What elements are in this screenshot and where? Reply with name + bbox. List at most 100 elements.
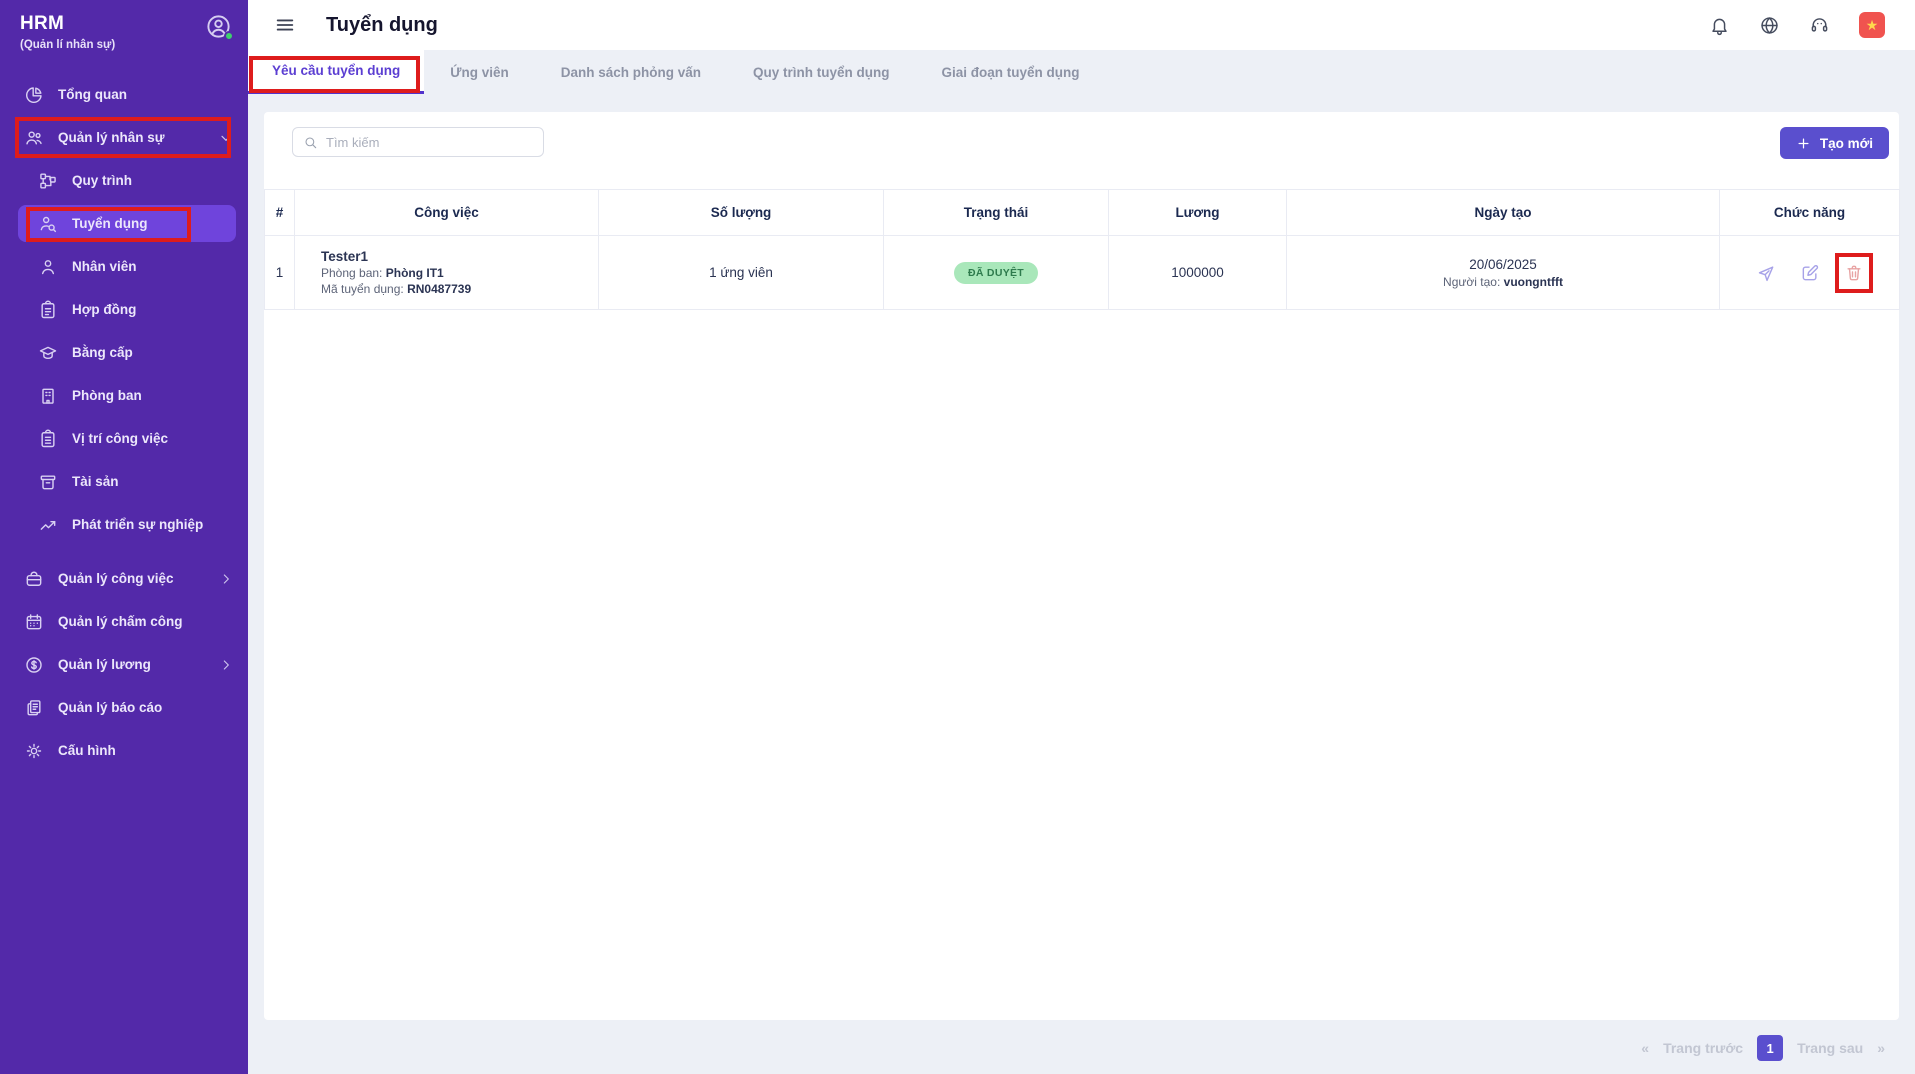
pie-chart-icon [24, 85, 44, 105]
created-cell: 20/06/2025 Người tạo: vuongntfft [1287, 236, 1720, 310]
briefcase-icon [24, 569, 44, 589]
brand: HRM (Quản lí nhân sự) [0, 0, 248, 62]
create-button[interactable]: Tạo mới [1780, 127, 1889, 159]
vietnam-flag-icon[interactable]: ★ [1859, 12, 1885, 38]
sidebar-item-tuyen-dung[interactable]: Tuyển dụng [0, 202, 248, 245]
person-search-icon [38, 214, 58, 234]
tab-ung-vien[interactable]: Ứng viên [424, 50, 534, 94]
topbar: Tuyển dụng ★ [248, 0, 1915, 50]
trash-icon[interactable] [1844, 263, 1864, 283]
sidebar-item-bang-cap[interactable]: Bằng cấp [0, 331, 248, 374]
recruitment-requests-table: # Công việc Số lượng Trạng thái Lương Ng… [264, 189, 1900, 310]
sidebar-item-phat-trien-su-nghiep[interactable]: Phát triển sự nghiệp [0, 503, 248, 546]
sidebar-item-label: Vị trí công việc [72, 431, 168, 446]
report-icon [24, 698, 44, 718]
code-value: RN0487739 [407, 282, 471, 296]
creator-label: Người tạo: [1443, 275, 1500, 289]
tab-label: Yêu cầu tuyển dụng [272, 63, 400, 78]
tab-bar: Yêu cầu tuyển dụng Ứng viên Danh sách ph… [248, 50, 1915, 94]
archive-box-icon [38, 472, 58, 492]
sidebar-item-quan-ly-luong[interactable]: Quản lý lương [0, 643, 248, 686]
sidebar-item-nhan-vien[interactable]: Nhân viên [0, 245, 248, 288]
building-icon [38, 386, 58, 406]
chevron-right-icon [218, 657, 234, 673]
support-icon[interactable] [1809, 15, 1830, 36]
gear-icon [24, 741, 44, 761]
globe-icon[interactable] [1759, 15, 1780, 36]
sidebar: HRM (Quản lí nhân sự) Tổng quan Quản lý … [0, 0, 248, 1074]
column-header-index: # [265, 190, 295, 236]
current-page-button[interactable]: 1 [1757, 1035, 1783, 1061]
send-icon[interactable] [1756, 263, 1776, 283]
app-name: HRM [20, 13, 228, 35]
tab-label: Quy trình tuyển dụng [753, 65, 890, 80]
contract-icon [38, 300, 58, 320]
prev-page-button[interactable]: Trang trước [1663, 1040, 1743, 1056]
sidebar-item-vi-tri-cong-viec[interactable]: Vị trí công việc [0, 417, 248, 460]
creator-value: vuongntfft [1504, 275, 1563, 289]
sidebar-item-quy-trinh[interactable]: Quy trình [0, 159, 248, 202]
person-icon [38, 257, 58, 277]
sidebar-item-tai-san[interactable]: Tài sản [0, 460, 248, 503]
job-department: Phòng ban: Phòng IT1 [321, 266, 598, 280]
sidebar-item-hop-dong[interactable]: Hợp đồng [0, 288, 248, 331]
main-area: Tuyển dụng ★ Yêu cầu tuyển dụng Ứng viên… [248, 0, 1915, 1074]
hamburger-menu-icon[interactable] [274, 14, 296, 36]
search-box [292, 127, 544, 157]
tab-giai-doan-tuyen-dung[interactable]: Giai đoạn tuyển dụng [916, 50, 1106, 94]
sidebar-item-label: Phòng ban [72, 388, 142, 403]
edit-icon[interactable] [1800, 263, 1820, 283]
next-page-button[interactable]: Trang sau [1797, 1040, 1863, 1056]
row-index: 1 [265, 236, 295, 310]
sidebar-item-label: Cấu hình [58, 743, 116, 758]
column-header-so-luong: Số lượng [599, 190, 884, 236]
sidebar-item-label: Bằng cấp [72, 345, 133, 360]
bell-icon[interactable] [1709, 15, 1730, 36]
dollar-icon [24, 655, 44, 675]
trash-wrap [1844, 263, 1864, 283]
sidebar-item-label: Phát triển sự nghiệp [72, 517, 203, 532]
trend-up-icon [38, 515, 58, 535]
tab-yeu-cau-tuyen-dung[interactable]: Yêu cầu tuyển dụng [248, 50, 424, 94]
search-input[interactable] [326, 135, 533, 150]
team-icon [24, 128, 44, 148]
chevron-down-icon [218, 130, 234, 146]
sidebar-item-phong-ban[interactable]: Phòng ban [0, 374, 248, 417]
app-subtitle: (Quản lí nhân sự) [20, 39, 228, 51]
tab-label: Giai đoạn tuyển dụng [942, 65, 1080, 80]
sidebar-item-tong-quan[interactable]: Tổng quan [0, 73, 248, 116]
calendar-icon [24, 612, 44, 632]
sidebar-item-quan-ly-cham-cong[interactable]: Quản lý chấm công [0, 600, 248, 643]
search-icon [303, 135, 318, 150]
topbar-icons: ★ [1709, 12, 1885, 38]
sidebar-item-label: Tổng quan [58, 87, 127, 102]
sidebar-item-label: Quản lý công việc [58, 571, 174, 586]
table-row: 1 Tester1 Phòng ban: Phòng IT1 Mã tuyển … [265, 236, 1900, 310]
workflow-icon [38, 171, 58, 191]
sidebar-item-quan-ly-cong-viec[interactable]: Quản lý công việc [0, 557, 248, 600]
hrm-app: HRM (Quản lí nhân sự) Tổng quan Quản lý … [0, 0, 1915, 1074]
sidebar-item-quan-ly-bao-cao[interactable]: Quản lý báo cáo [0, 686, 248, 729]
chevron-right-icon [218, 571, 234, 587]
sidebar-item-quan-ly-nhan-su[interactable]: Quản lý nhân sự [0, 116, 248, 159]
prev-page-arrow[interactable]: « [1641, 1040, 1649, 1056]
status-badge: ĐÃ DUYỆT [954, 262, 1038, 284]
created-date: 20/06/2025 [1287, 257, 1719, 272]
tab-danh-sach-phong-van[interactable]: Danh sách phỏng vấn [535, 50, 727, 94]
user-avatar-icon[interactable] [205, 13, 232, 40]
sidebar-item-label: Quy trình [72, 173, 132, 188]
next-page-arrow[interactable]: » [1877, 1040, 1885, 1056]
tab-quy-trinh-tuyen-dung[interactable]: Quy trình tuyển dụng [727, 50, 916, 94]
clipboard-icon [38, 429, 58, 449]
sidebar-menu: Tổng quan Quản lý nhân sự Quy trình Tuyể… [0, 62, 248, 772]
graduation-cap-icon [38, 343, 58, 363]
sidebar-item-label: Hợp đồng [72, 302, 136, 317]
content-area: Tạo mới # Công việc Số lượng Trạng thái … [248, 112, 1915, 1074]
creator: Người tạo: vuongntfft [1287, 275, 1719, 289]
actions-cell [1720, 236, 1900, 310]
sidebar-item-cau-hinh[interactable]: Cấu hình [0, 729, 248, 772]
quantity-cell: 1 ứng viên [599, 236, 884, 310]
sidebar-item-label: Tài sản [72, 474, 119, 489]
job-code: Mã tuyển dụng: RN0487739 [321, 282, 598, 296]
page-title: Tuyển dụng [326, 14, 438, 37]
